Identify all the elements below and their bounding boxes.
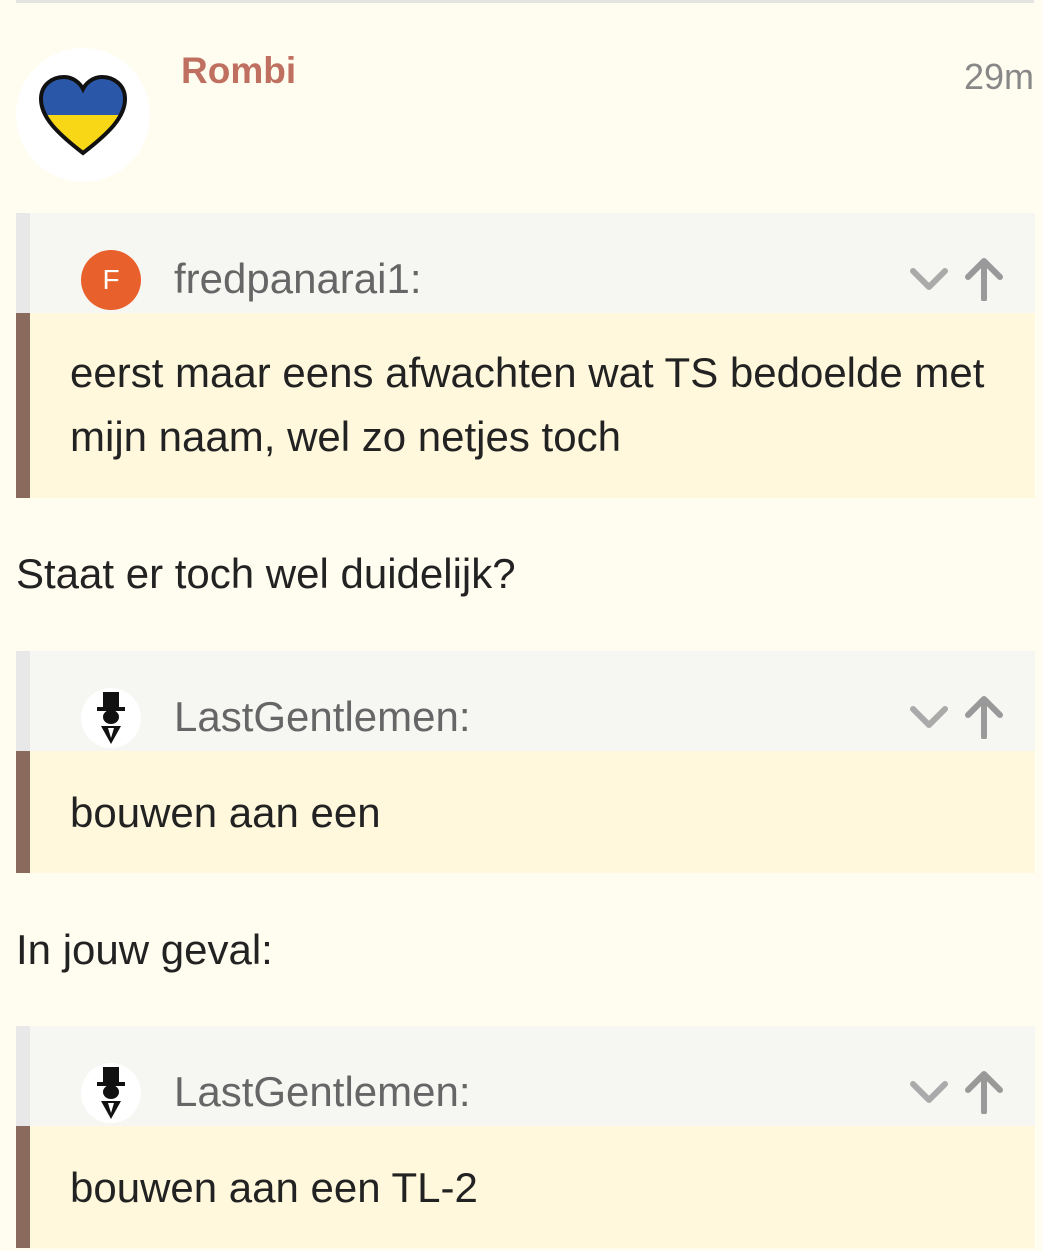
arrow-up-icon[interactable] [963, 695, 1005, 739]
arrow-up-icon[interactable] [963, 1070, 1005, 1114]
quote-text: eerst maar eens afwachten wat TS bedoeld… [16, 313, 1035, 498]
quote-author[interactable]: LastGentlemen: [174, 693, 471, 741]
quote-author[interactable]: LastGentlemen: [174, 1068, 471, 1116]
quote-avatar[interactable]: F [81, 250, 141, 310]
top-hat-gentleman-icon [97, 1067, 125, 1119]
quote-header: LastGentlemen: [16, 651, 1035, 751]
ukraine-heart-icon [38, 74, 128, 156]
quote-block: F fredpanarai1: eerst maar eens afwachte… [16, 213, 1035, 498]
quote-avatar[interactable] [81, 688, 141, 748]
divider [16, 0, 1034, 3]
quote-avatar[interactable] [81, 1063, 141, 1123]
chevron-down-icon[interactable] [909, 266, 949, 292]
quote-author[interactable]: fredpanarai1: [174, 255, 422, 303]
avatar[interactable] [16, 48, 150, 182]
reply-text: In jouw geval: [16, 926, 273, 973]
top-hat-gentleman-icon [97, 692, 125, 744]
reply-text: Staat er toch wel duidelijk? [16, 550, 516, 597]
post-username[interactable]: Rombi [181, 50, 296, 92]
quote-header: LastGentlemen: [16, 1026, 1035, 1126]
chevron-down-icon[interactable] [909, 704, 949, 730]
post-time: 29m [963, 56, 1034, 97]
arrow-up-icon[interactable] [963, 257, 1005, 301]
quote-text: bouwen aan een TL-2 [16, 1126, 1035, 1248]
avatar-letter: F [102, 264, 120, 295]
quote-header: F fredpanarai1: [16, 213, 1035, 313]
quote-block: LastGentlemen: bouwen aan een [16, 651, 1035, 873]
quote-text: bouwen aan een [16, 751, 1035, 873]
quote-block: LastGentlemen: bouwen aan een TL-2 [16, 1026, 1035, 1248]
chevron-down-icon[interactable] [909, 1079, 949, 1105]
